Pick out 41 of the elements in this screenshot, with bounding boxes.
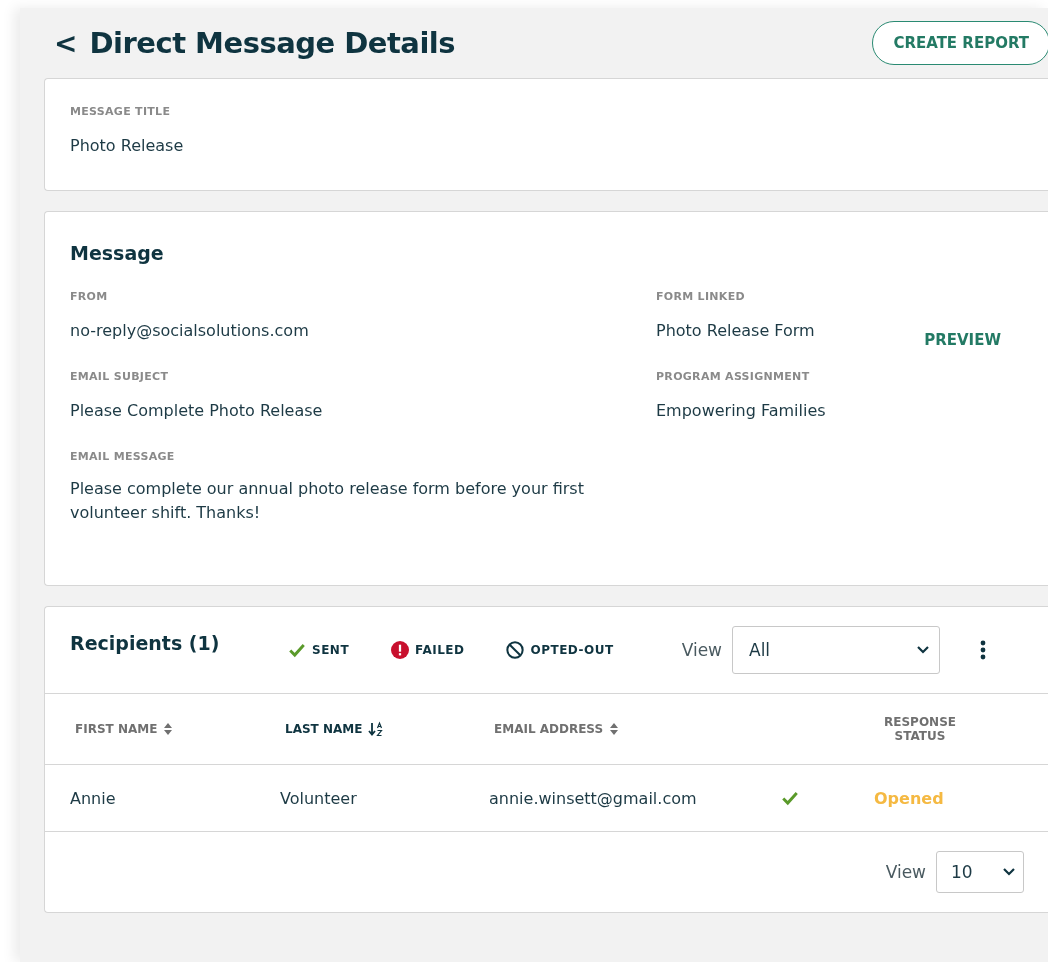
section-heading: Message xyxy=(70,242,165,264)
view-label: View xyxy=(681,640,722,660)
column-header[interactable]: LAST NAME xyxy=(285,721,494,737)
field-value: Photo Release Form xyxy=(656,321,815,340)
preview-link[interactable]: PREVIEW xyxy=(924,331,1001,349)
table-cell-text: annie.winsett@gmail.com xyxy=(489,788,698,808)
chevron-down-icon xyxy=(1003,868,1015,876)
field-label: PROGRAM ASSIGNMENT xyxy=(656,370,811,383)
chevron-down-icon xyxy=(917,646,929,654)
legend-label: OPTED-OUT xyxy=(530,643,614,657)
table-cell-text: Volunteer xyxy=(280,788,358,808)
exclamation-icon xyxy=(391,641,410,659)
sort-icon xyxy=(163,722,174,736)
field-value: no-reply@socialsolutions.com xyxy=(70,321,310,340)
more-options-icon[interactable] xyxy=(980,640,986,660)
field-value: Please Complete Photo Release xyxy=(70,401,324,420)
sort-icon xyxy=(609,722,620,736)
section-heading: Recipients (1) xyxy=(70,632,221,654)
legend-label: SENT xyxy=(312,643,350,657)
page-size-dropdown[interactable]: 10 xyxy=(936,851,1024,893)
back-button[interactable]: < xyxy=(54,26,78,60)
column-header[interactable]: FIRST NAME xyxy=(75,722,285,736)
field-label: FROM xyxy=(70,290,109,303)
page-title: Direct Message Details xyxy=(89,26,456,60)
view-dropdown[interactable]: All xyxy=(732,626,940,674)
field-label: MESSAGE TITLE xyxy=(70,105,172,118)
sort-ascending-icon xyxy=(368,721,385,737)
check-icon xyxy=(781,789,799,807)
field-value: Empowering Families xyxy=(656,401,827,420)
response-status: Opened xyxy=(874,788,945,808)
field-value: Please complete our annual photo release form before your first volunteer shift. Thanks! xyxy=(70,478,585,524)
field-label: EMAIL SUBJECT xyxy=(70,370,170,383)
field-label: EMAIL MESSAGE xyxy=(70,450,176,463)
prohibited-icon xyxy=(506,641,525,659)
create-report-button[interactable]: CREATE REPORT xyxy=(872,21,1048,65)
field-value: Photo Release xyxy=(70,136,185,155)
field-label: FORM LINKED xyxy=(656,290,746,303)
view-label: View xyxy=(885,862,926,882)
check-icon xyxy=(288,641,306,659)
legend-label: FAILED xyxy=(415,643,465,657)
table-cell-text: Annie xyxy=(70,788,117,808)
